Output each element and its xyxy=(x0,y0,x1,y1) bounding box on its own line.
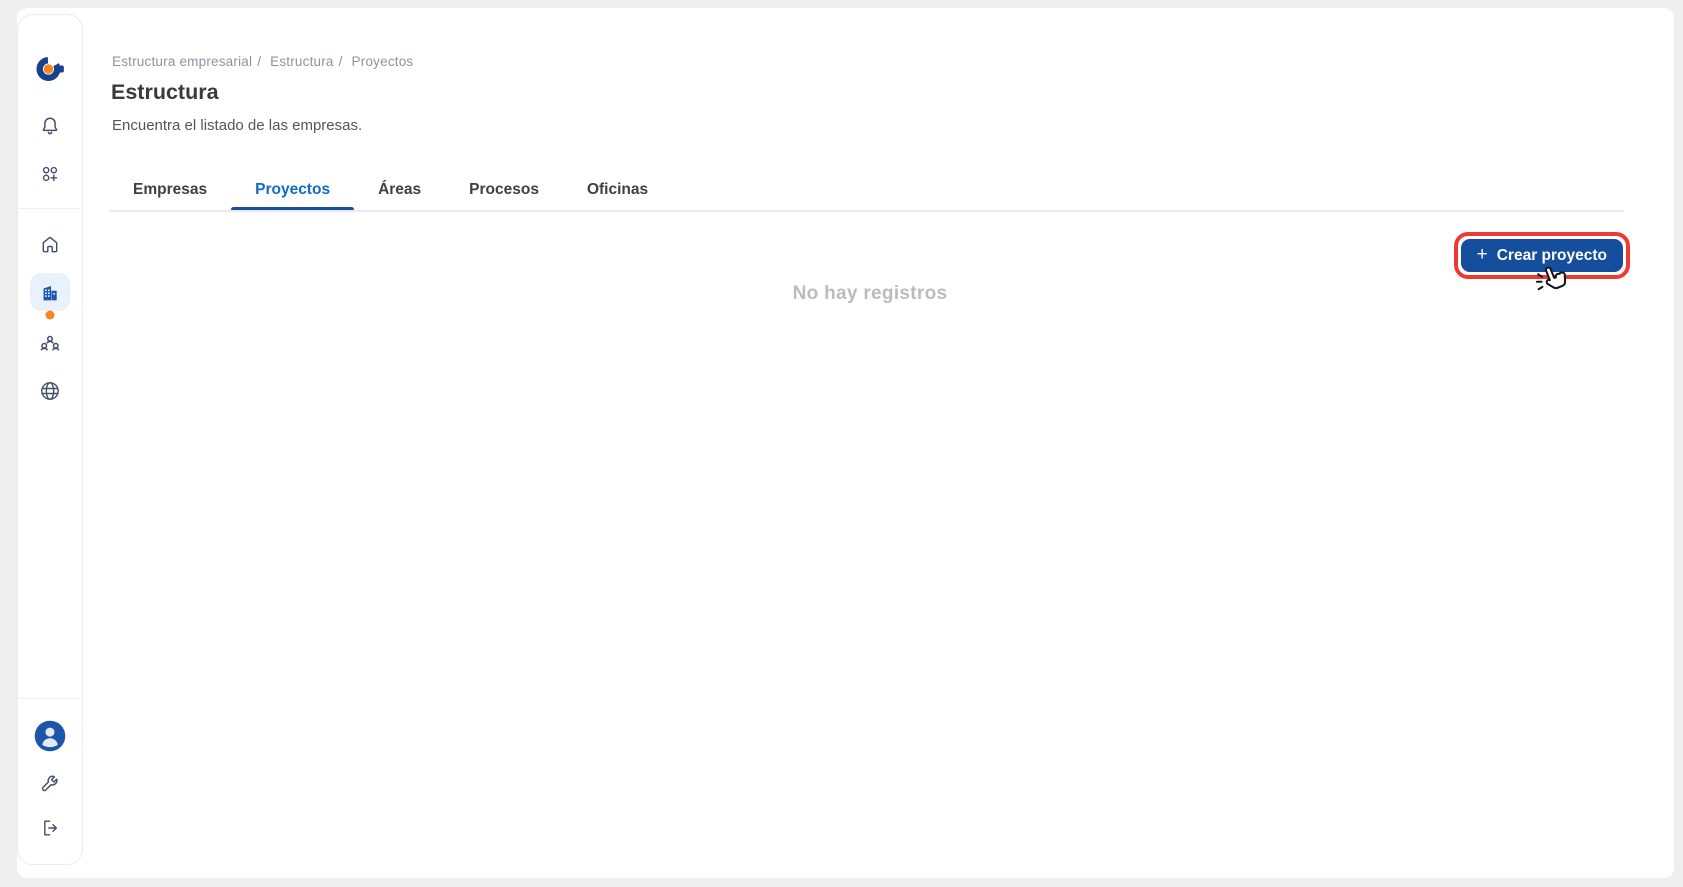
tab-areas[interactable]: Áreas xyxy=(354,170,445,210)
sidebar-item-web[interactable] xyxy=(38,379,62,403)
home-icon xyxy=(39,233,62,256)
tab-procesos[interactable]: Procesos xyxy=(445,170,563,210)
tab-bar-divider xyxy=(109,210,1624,212)
breadcrumb-item-structure-empresarial[interactable]: Estructura empresarial xyxy=(112,54,252,69)
sidebar-divider-top xyxy=(19,208,81,209)
building-icon xyxy=(38,280,63,305)
sidebar-item-people[interactable] xyxy=(37,331,63,357)
tab-proyectos[interactable]: Proyectos xyxy=(231,170,354,210)
tab-empresas[interactable]: Empresas xyxy=(109,170,231,210)
bell-icon xyxy=(38,114,62,138)
plus-icon: + xyxy=(1477,245,1488,264)
sidebar-item-home[interactable] xyxy=(39,233,62,256)
create-project-button[interactable]: + Crear proyecto xyxy=(1461,239,1623,272)
globe-icon xyxy=(38,379,62,403)
breadcrumb-separator: / xyxy=(257,54,261,69)
app-canvas: Estructura empresarial / Estructura / Proy… xyxy=(17,8,1674,878)
breadcrumb: Estructura empresarial / Estructura / Proy… xyxy=(112,54,413,69)
tab-oficinas[interactable]: Oficinas xyxy=(563,170,672,210)
logo-icon xyxy=(35,54,66,85)
logout-button[interactable] xyxy=(39,817,62,840)
sidebar xyxy=(17,14,83,865)
breadcrumb-item-proyectos[interactable]: Proyectos xyxy=(352,54,414,69)
breadcrumb-item-estructura[interactable]: Estructura xyxy=(270,54,334,69)
wrench-icon xyxy=(39,772,62,795)
apps-menu-button[interactable] xyxy=(39,163,62,186)
create-project-button-label: Crear proyecto xyxy=(1497,247,1607,265)
sidebar-item-structure[interactable] xyxy=(38,280,63,305)
main-content: Estructura empresarial / Estructura / Proy… xyxy=(108,8,1632,878)
settings-button[interactable] xyxy=(39,772,62,795)
apps-add-icon xyxy=(39,163,62,186)
annotation-highlight-ring: + Crear proyecto xyxy=(1454,232,1630,279)
people-group-icon xyxy=(37,331,63,357)
page-title: Estructura xyxy=(111,80,219,105)
notifications-button[interactable] xyxy=(38,114,62,138)
logout-icon xyxy=(39,817,62,840)
page-subtitle: Encuentra el listado de las empresas. xyxy=(112,117,362,134)
user-avatar[interactable] xyxy=(34,720,67,753)
app-logo[interactable] xyxy=(35,54,66,85)
notification-dot xyxy=(46,311,55,320)
empty-state-text: No hay registros xyxy=(108,283,1632,305)
sidebar-divider-bottom xyxy=(19,698,81,699)
tab-bar: Empresas Proyectos Áreas Procesos Oficin… xyxy=(109,170,1624,212)
breadcrumb-separator: / xyxy=(339,54,343,69)
avatar-icon xyxy=(34,720,67,753)
